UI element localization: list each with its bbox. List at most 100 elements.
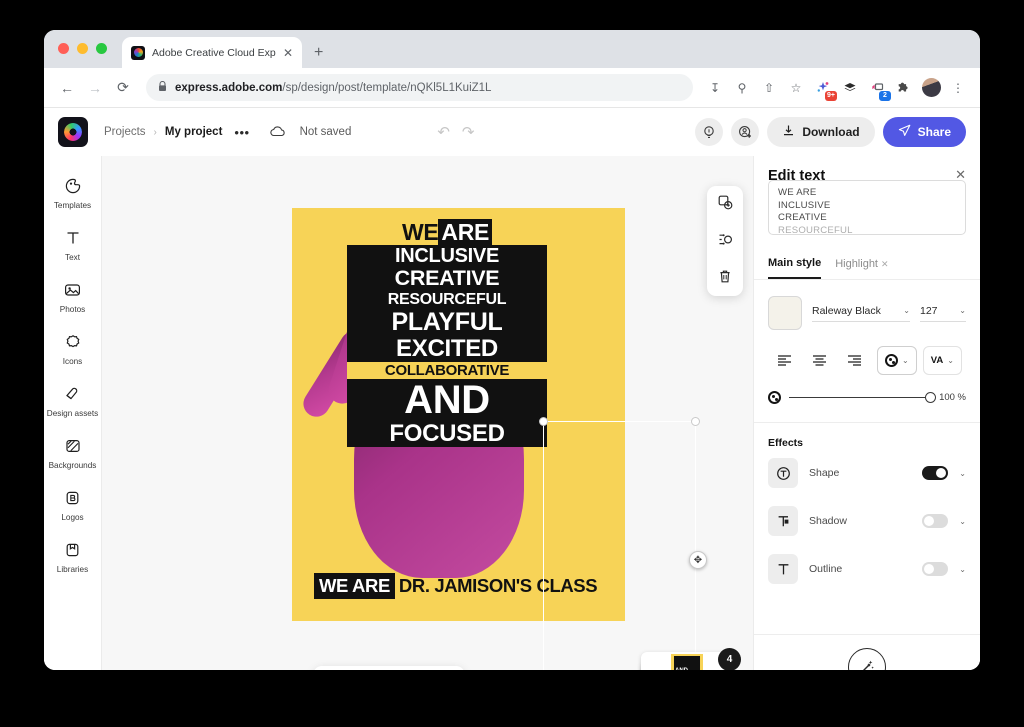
undo-button[interactable]: ↶ (437, 123, 450, 141)
templates-icon (45, 178, 101, 198)
page-stack[interactable]: AND 4 (641, 646, 737, 670)
forward-button[interactable]: → (82, 75, 108, 101)
maximize-window-button[interactable] (96, 43, 107, 54)
bookmark-star-icon[interactable]: ☆ (784, 76, 808, 100)
align-left-button[interactable] (768, 347, 801, 374)
back-button[interactable]: ← (54, 75, 80, 101)
font-family-value: Raleway Black (812, 305, 881, 317)
find-new-style-button[interactable]: Find a new style (754, 634, 980, 670)
letter-spacing-button[interactable]: VA ⌄ (923, 346, 962, 375)
project-more-button[interactable]: ••• (234, 125, 249, 140)
sidebar-item-design-assets[interactable]: Design assets (45, 386, 101, 419)
tab-main-style[interactable]: Main style (768, 257, 821, 279)
tab-highlight[interactable]: Highlight✕ (835, 258, 888, 278)
align-center-button[interactable] (803, 347, 836, 374)
toggle-outline[interactable] (922, 562, 948, 576)
font-size-value: 127 (920, 305, 938, 317)
install-icon[interactable]: ↧ (703, 76, 727, 100)
lock-icon (158, 81, 167, 95)
url-path: /sp/design/post/template/nQKl5L1KuiZ1L (282, 82, 491, 94)
font-family-select[interactable]: Raleway Black ⌄ (812, 305, 910, 322)
redo-button[interactable]: ↷ (462, 123, 475, 141)
browser-window: Adobe Creative Cloud Express ✕ + ← → ⟳ e… (44, 30, 980, 670)
close-window-button[interactable] (58, 43, 69, 54)
tab-title: Adobe Creative Cloud Express (152, 47, 276, 59)
opacity-slider[interactable] (789, 397, 931, 399)
toggle-shape[interactable] (922, 466, 948, 480)
sidebar-item-photos[interactable]: Photos (45, 282, 101, 315)
effect-row-shape[interactable]: Shape ⌄ (754, 449, 980, 497)
delete-icon[interactable] (718, 269, 732, 287)
poster-line-5: EXCITED (347, 336, 547, 362)
breadcrumb: Projects › My project ••• Not saved (104, 125, 351, 140)
sparkle-extension-icon[interactable]: 9+ (811, 76, 835, 100)
text-line-0: WE ARE (778, 187, 956, 200)
url-text: express.adobe.com/sp/design/post/templat… (175, 82, 491, 94)
font-size-select[interactable]: 127 ⌄ (920, 305, 966, 322)
share-icon[interactable]: ⇧ (757, 76, 781, 100)
resize-handle-tr[interactable] (691, 417, 700, 426)
chevron-down-icon[interactable]: ⌄ (959, 469, 966, 478)
close-tab-icon[interactable]: ✕ (283, 47, 293, 59)
minimize-window-button[interactable] (77, 43, 88, 54)
sidebar-item-libraries[interactable]: Libraries (45, 542, 101, 575)
effects-title: Effects (754, 423, 980, 449)
poster-text-block[interactable]: WEARE INCLUSIVE CREATIVE RESOURCEFUL PLA… (347, 220, 547, 447)
text-edit-input[interactable]: WE ARE INCLUSIVE CREATIVE RESOURCEFUL (768, 180, 966, 235)
profile-add-icon[interactable] (731, 118, 759, 146)
app-header: Projects › My project ••• Not saved ↶ ↷ (44, 108, 980, 156)
sidebar-label-text: Text (45, 253, 101, 263)
logos-icon (45, 490, 101, 510)
address-bar: ← → ⟳ express.adobe.com/sp/design/post/t… (44, 68, 980, 108)
chevron-down-icon[interactable]: ⌄ (959, 517, 966, 526)
sidebar-item-logos[interactable]: Logos (45, 490, 101, 523)
toggle-shadow[interactable] (922, 514, 948, 528)
poster-artboard[interactable]: WEARE INCLUSIVE CREATIVE RESOURCEFUL PLA… (292, 208, 625, 621)
clip-extension-icon[interactable]: 2 (865, 76, 889, 100)
browser-menu-icon[interactable]: ⋮ (946, 76, 970, 100)
sidebar-item-icons[interactable]: Icons (45, 334, 101, 367)
url-input[interactable]: express.adobe.com/sp/design/post/templat… (146, 74, 693, 101)
chevron-down-icon[interactable]: ⌄ (959, 565, 966, 574)
poster-footer-tag: WE ARE (314, 573, 395, 599)
lightbulb-icon[interactable] (695, 118, 723, 146)
text-line-2: CREATIVE (778, 212, 956, 225)
sidebar-item-templates[interactable]: Templates (45, 178, 101, 211)
text-color-swatch[interactable] (768, 296, 802, 330)
effect-row-shadow[interactable]: Shadow ⌄ (754, 497, 980, 545)
opacity-icon (768, 391, 781, 404)
adobe-express-logo[interactable] (58, 117, 88, 147)
opacity-slider-knob (925, 392, 936, 403)
layers-extension-icon[interactable] (838, 76, 862, 100)
poster-line-2: CREATIVE (347, 267, 547, 291)
poster-line-0: WEARE (347, 220, 547, 245)
poster-line-0-highlight: WE (402, 219, 438, 245)
puzzle-extensions-icon[interactable] (892, 76, 916, 100)
arrange-layer-icon[interactable] (718, 232, 733, 250)
browser-tab[interactable]: Adobe Creative Cloud Express ✕ (122, 37, 302, 68)
sidebar-item-backgrounds[interactable]: Backgrounds (45, 438, 101, 471)
avatar[interactable] (919, 76, 943, 100)
breadcrumb-separator: › (154, 127, 157, 138)
effect-row-outline[interactable]: Outline ⌄ (754, 545, 980, 593)
download-button[interactable]: Download (767, 117, 874, 147)
duplicate-icon[interactable] (718, 195, 733, 213)
move-handle[interactable]: ✥ (689, 551, 707, 569)
breadcrumb-current[interactable]: My project (165, 126, 223, 138)
new-tab-button[interactable]: + (314, 45, 323, 61)
search-icon[interactable]: ⚲ (730, 76, 754, 100)
breadcrumb-projects[interactable]: Projects (104, 126, 146, 138)
clip-extension-badge: 2 (879, 91, 891, 101)
poster-line-0-rest: ARE (438, 219, 492, 245)
sidebar-item-text[interactable]: Text (45, 230, 101, 263)
window-controls[interactable] (58, 43, 107, 54)
canvas-area[interactable]: WEARE INCLUSIVE CREATIVE RESOURCEFUL PLA… (102, 156, 753, 670)
reload-button[interactable]: ⟳ (110, 75, 136, 101)
text-line-1: INCLUSIVE (778, 200, 956, 213)
share-button[interactable]: Share (883, 117, 966, 147)
magic-wand-icon (848, 648, 886, 670)
color-picker-button[interactable]: ⌄ (877, 346, 917, 375)
download-icon (782, 124, 795, 140)
align-right-button[interactable] (838, 347, 871, 374)
app-body: Templates Text Photos Icons (44, 156, 980, 670)
